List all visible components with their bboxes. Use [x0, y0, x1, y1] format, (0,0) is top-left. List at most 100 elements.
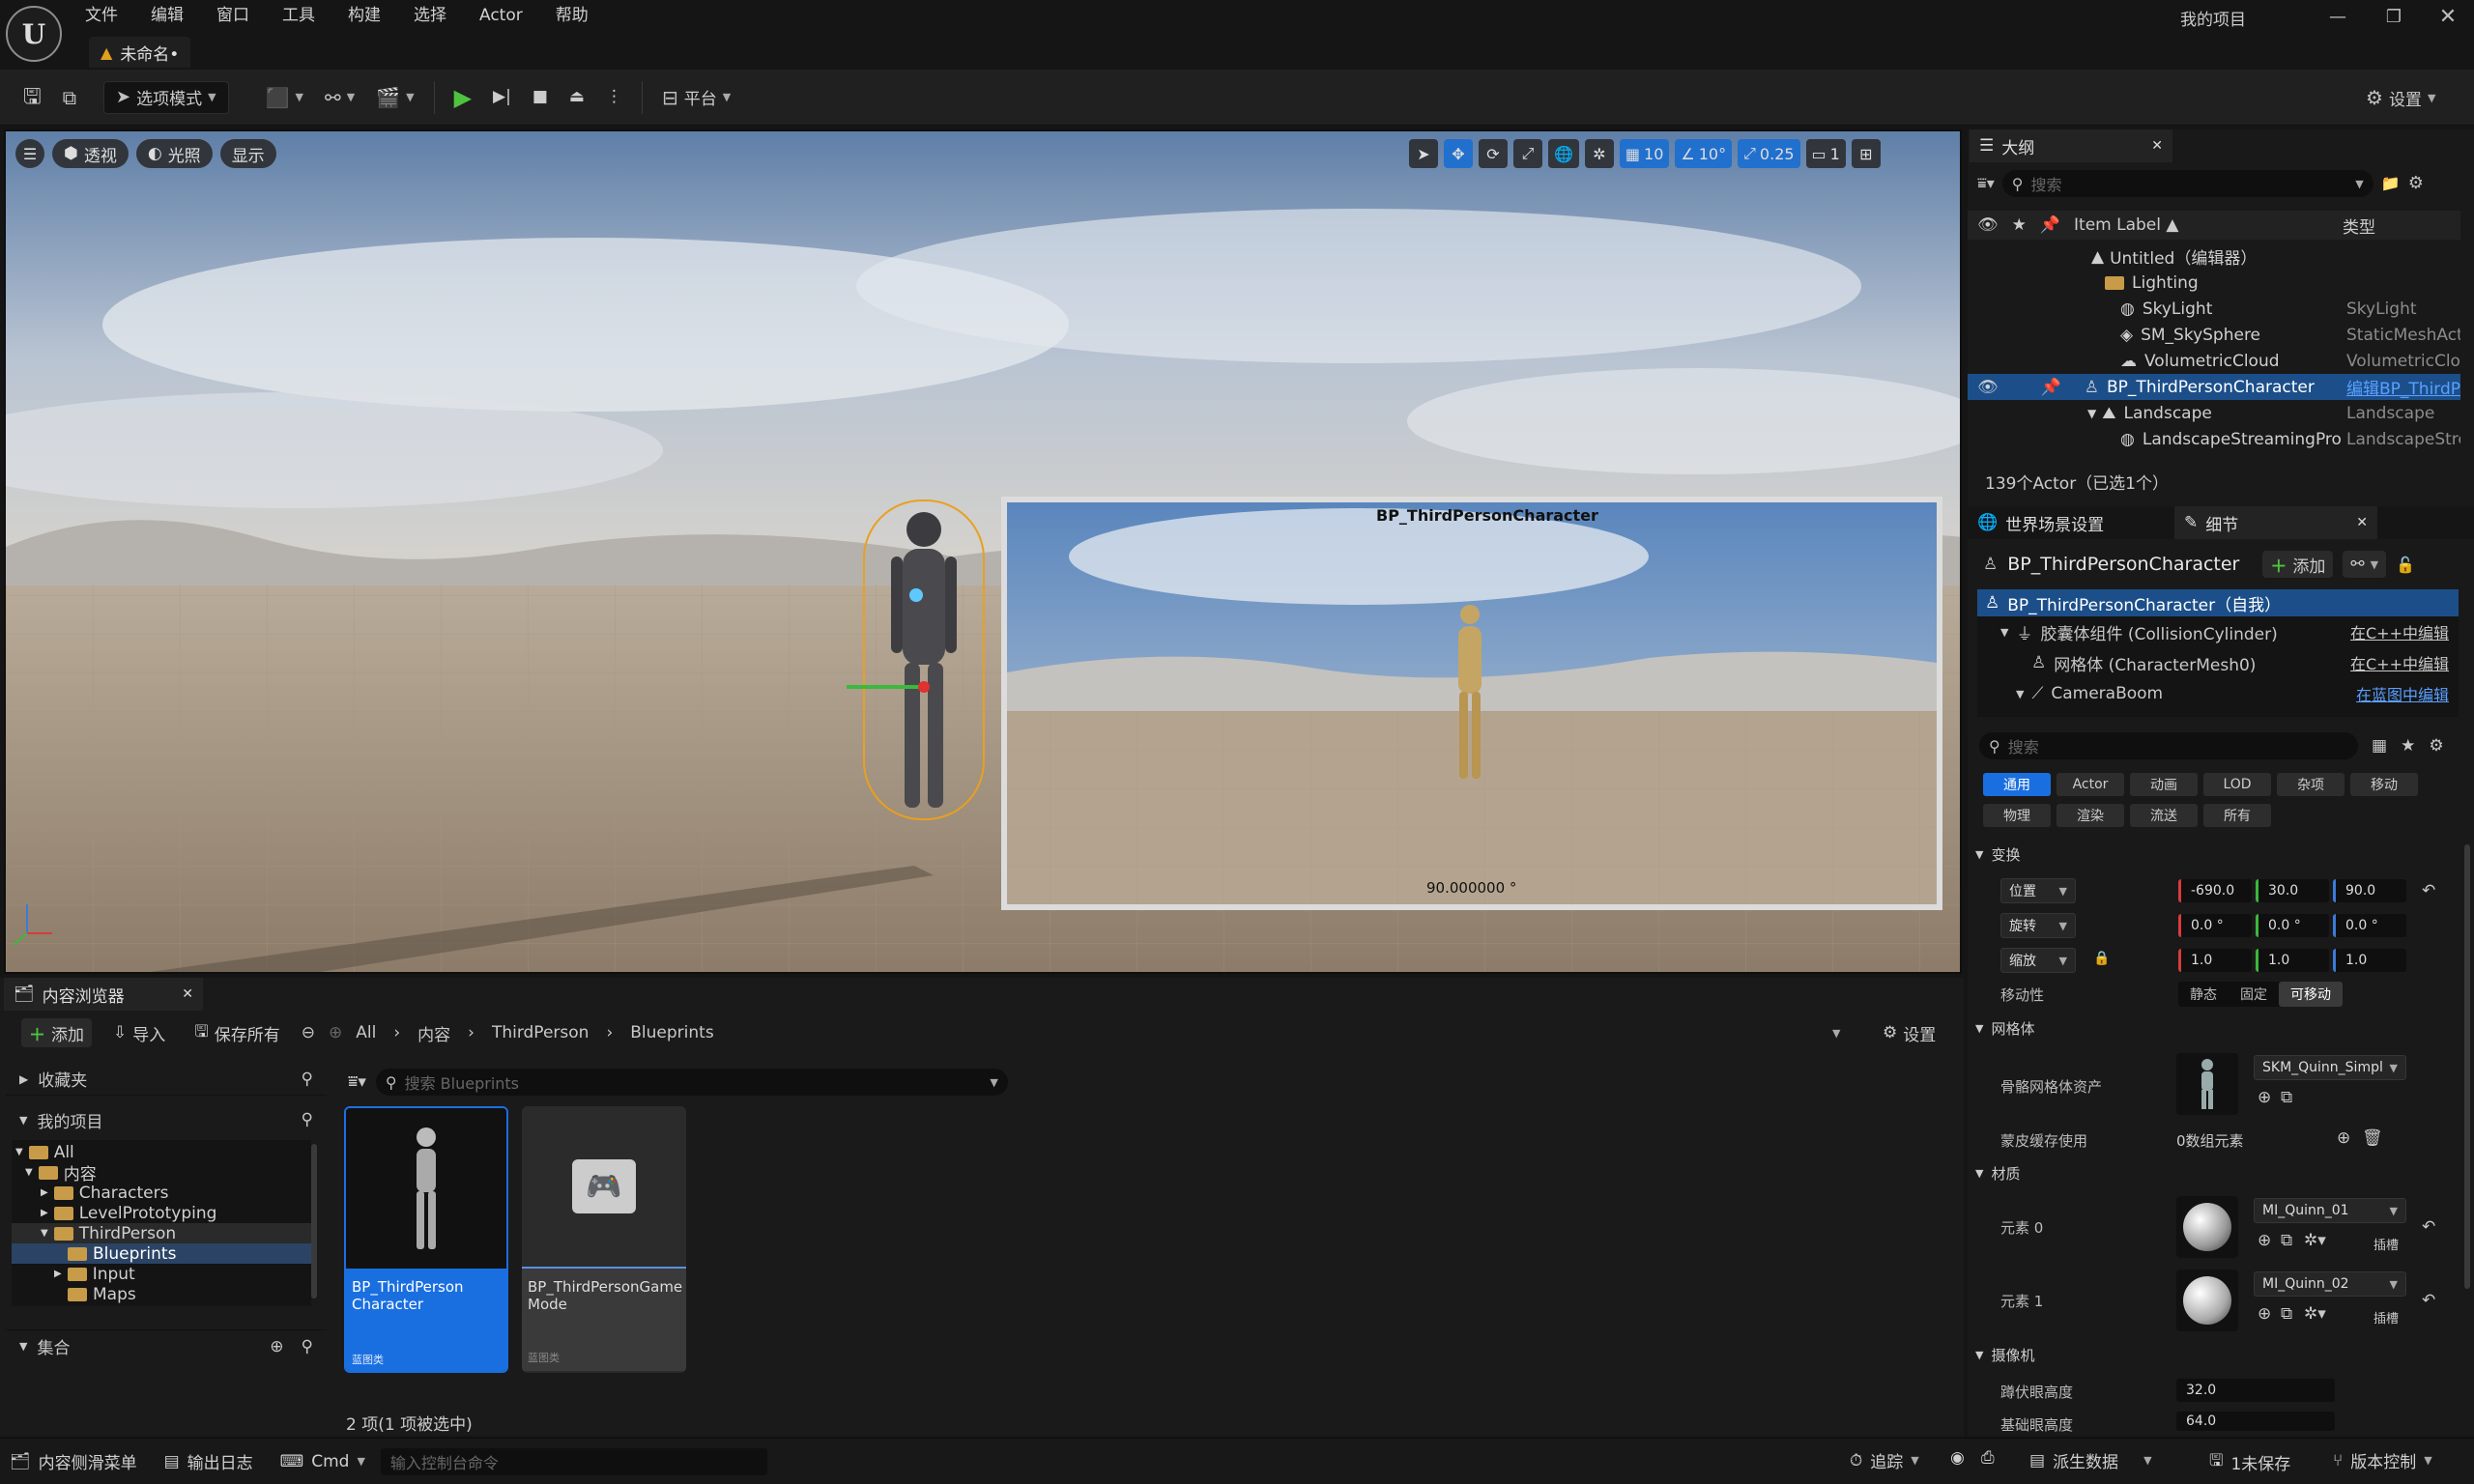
settings-button[interactable]: ⚙ 设置 ▼ — [2358, 81, 2443, 114]
rotation-snap-toggle[interactable]: ∠ 10° — [1675, 139, 1733, 168]
unsaved-button[interactable]: 🖫 1未保存 — [2209, 1448, 2290, 1476]
star-icon[interactable]: ★ — [2012, 215, 2027, 235]
camera-section-header[interactable]: ▼ 摄像机 — [1975, 1345, 2034, 1365]
rotation-x[interactable]: 0.0 ° — [2178, 914, 2252, 937]
browse-icon[interactable]: ⧉ — [55, 81, 84, 114]
crouch-eye-height-field[interactable]: 32.0 — [2176, 1379, 2335, 1402]
material-dropdown[interactable]: MI_Quinn_01 ▼ — [2254, 1198, 2406, 1223]
breadcrumb-history-chevron[interactable]: ▼ — [1832, 1027, 1840, 1040]
source-control-button[interactable]: ⑂ 版本控制 ▼ — [2333, 1448, 2432, 1473]
browse-asset-icon[interactable]: ⊕ — [2258, 1231, 2271, 1250]
tree-item-levelprototyping[interactable]: ▶ LevelPrototyping — [41, 1203, 216, 1223]
camera-speed-button[interactable]: ▭ 1 — [1805, 139, 1846, 168]
play-button[interactable]: ▶ — [446, 81, 479, 114]
outliner-row[interactable]: ▼ ⛰ Landscape Landscape — [1968, 400, 2460, 426]
category-general[interactable]: 通用 — [1983, 773, 2051, 796]
material-options-icon[interactable]: ✲▾ — [2304, 1304, 2326, 1324]
level-tab[interactable]: ▲ 未命名• — [89, 37, 191, 68]
content-browser-tab[interactable]: 🗂 内容浏览器 ✕ — [4, 978, 203, 1011]
save-icon[interactable]: 🖫 — [15, 81, 49, 114]
edit-in-cpp-link[interactable]: 在C++中编辑 — [2350, 651, 2449, 674]
scale-y[interactable]: 1.0 — [2256, 949, 2329, 972]
material-thumbnail[interactable] — [2176, 1196, 2238, 1258]
category-physics[interactable]: 物理 — [1983, 804, 2051, 827]
menu-tools[interactable]: 工具 — [282, 3, 331, 30]
reset-icon[interactable]: ↶ — [2422, 1291, 2435, 1310]
gear-icon[interactable]: ⚙ — [2408, 175, 2424, 192]
asset-search-input[interactable]: ⚲ 搜索 Blueprints ▼ — [375, 1069, 1008, 1096]
find-asset-icon[interactable]: ⧉ — [2281, 1088, 2292, 1107]
tree-item-maps[interactable]: Maps — [68, 1284, 136, 1304]
blueprint-button[interactable]: ⚯ ▼ — [317, 81, 362, 114]
material-thumbnail[interactable] — [2176, 1270, 2238, 1331]
outliner-tab[interactable]: ☰ 大纲 ✕ — [1970, 129, 2172, 162]
category-rendering[interactable]: 渲染 — [2057, 804, 2124, 827]
menu-window[interactable]: 窗口 — [216, 3, 265, 30]
skeletal-mesh-dropdown[interactable]: SKM_Quinn_Simple ▼ — [2254, 1055, 2406, 1080]
select-tool-icon[interactable]: ➤ — [1409, 139, 1438, 168]
level-viewport[interactable]: ☰ ⬢ 透视 ◐ 光照 显示 ➤ ✥ ⟳ ⤢ 🌐 ✲ ▦ 10 ∠ 10° ⤢ 0.25 … — [4, 129, 1962, 974]
component-row[interactable]: ▼ ⏚ 胶囊体组件 (CollisionCylinder) 在C++中编辑 — [1977, 616, 2459, 647]
search-icon[interactable]: ⚲ — [302, 1070, 313, 1089]
edit-in-cpp-link[interactable]: 在C++中编辑 — [2350, 620, 2449, 643]
trace-button[interactable]: ⏱ 追踪 ▼ — [1850, 1448, 1919, 1473]
add-element-icon[interactable]: ⊕ — [2337, 1128, 2350, 1148]
material-dropdown[interactable]: MI_Quinn_02 ▼ — [2254, 1271, 2406, 1297]
mobility-static[interactable]: 静态 — [2178, 985, 2229, 1004]
forward-icon[interactable]: ⊕ — [329, 1023, 342, 1042]
content-drawer-button[interactable]: 🗂 内容侧滑菜单 — [10, 1449, 137, 1474]
trash-icon[interactable]: 🗑 — [2362, 1128, 2383, 1148]
reset-icon[interactable]: ↶ — [2422, 881, 2435, 900]
cinematics-button[interactable]: 🎬 ▼ — [368, 81, 421, 114]
scale-z[interactable]: 1.0 — [2333, 949, 2406, 972]
outliner-search-input[interactable]: ⚲ 搜索 ▼ — [2001, 170, 2373, 197]
details-tab[interactable]: ✎ 细节 ✕ — [2174, 506, 2377, 539]
category-misc[interactable]: 杂项 — [2277, 773, 2345, 796]
category-streaming[interactable]: 流送 — [2130, 804, 2198, 827]
show-button[interactable]: 显示 — [219, 139, 276, 168]
mobility-stationary[interactable]: 固定 — [2229, 985, 2279, 1004]
component-row-selected[interactable]: ♙ BP_ThirdPersonCharacter（自我） — [1977, 589, 2459, 616]
asset-tile[interactable]: 🎮 BP_ThirdPersonGame Mode 蓝图类 — [522, 1106, 686, 1373]
location-y[interactable]: 30.0 — [2256, 879, 2329, 902]
mesh-section-header[interactable]: ▼ 网格体 — [1975, 1018, 2034, 1039]
eject-button[interactable]: ⏏ — [561, 81, 592, 114]
edit-in-blueprint-link[interactable]: 在蓝图中编辑 — [2356, 682, 2449, 705]
search-icon[interactable]: ⚲ — [302, 1337, 313, 1356]
screenshot-icon[interactable]: ⎙ — [1981, 1448, 1995, 1468]
console-input[interactable]: 输入控制台命令 — [380, 1447, 767, 1475]
favorites-header[interactable]: ▶ 收藏夹 ⚲ — [6, 1063, 327, 1096]
menu-build[interactable]: 构建 — [348, 3, 396, 30]
add-actor-button[interactable]: ⬛ ▼ — [258, 81, 311, 114]
actor-name[interactable]: BP_ThirdPersonCharacter — [2007, 554, 2239, 575]
folder-add-icon[interactable]: 📁 — [2381, 176, 2401, 191]
pin-icon[interactable]: 📌 — [2040, 215, 2060, 235]
materials-section-header[interactable]: ▼ 材质 — [1975, 1163, 2020, 1184]
tree-item-content[interactable]: ▼ 内容 — [25, 1162, 97, 1184]
outliner-row[interactable]: ◍ LandscapeStreamingProLandscapeStreaming… — [1968, 426, 2460, 452]
outliner-row[interactable]: ▲ Untitled（编辑器） — [1968, 243, 2460, 270]
scale-snap-toggle[interactable]: ⤢ 0.25 — [1738, 139, 1800, 168]
visibility-icon[interactable]: 👁 — [1977, 215, 1999, 235]
cmd-dropdown[interactable]: ⌨ Cmd ▼ — [280, 1452, 365, 1471]
rotate-tool-icon[interactable]: ⟳ — [1479, 139, 1508, 168]
menu-select[interactable]: 选择 — [414, 3, 462, 30]
find-asset-icon[interactable]: ⧉ — [2281, 1304, 2292, 1324]
add-collection-icon[interactable]: ⊕ — [270, 1337, 283, 1356]
search-icon[interactable]: ⚲ — [302, 1110, 313, 1129]
breadcrumb-thirdperson[interactable]: ThirdPerson — [492, 1023, 590, 1042]
lock-icon[interactable]: 🔒 — [2093, 951, 2110, 966]
close-window-button[interactable]: ✕ — [2424, 2, 2472, 31]
rotation-dropdown[interactable]: 旋转 ▼ — [2000, 913, 2076, 938]
col-item-label[interactable]: Item Label ▲ — [2074, 215, 2178, 235]
mode-select-dropdown[interactable]: ➤ 选项模式 ▼ — [103, 80, 229, 114]
save-all-button[interactable]: 🖫 保存所有 — [187, 1018, 287, 1047]
find-asset-icon[interactable]: ⧉ — [2281, 1231, 2292, 1250]
output-log-button[interactable]: ▤ 输出日志 — [164, 1449, 253, 1474]
record-icon[interactable]: ◉ — [1950, 1448, 1965, 1468]
collections-header[interactable]: ▼ 集合 ⊕ ⚲ — [6, 1329, 327, 1362]
category-all[interactable]: 所有 — [2203, 804, 2271, 827]
tree-item-thirdperson[interactable]: ▼ ThirdPerson — [12, 1223, 311, 1243]
menu-help[interactable]: 帮助 — [556, 3, 604, 30]
skeletal-mesh-thumbnail[interactable] — [2176, 1053, 2238, 1115]
